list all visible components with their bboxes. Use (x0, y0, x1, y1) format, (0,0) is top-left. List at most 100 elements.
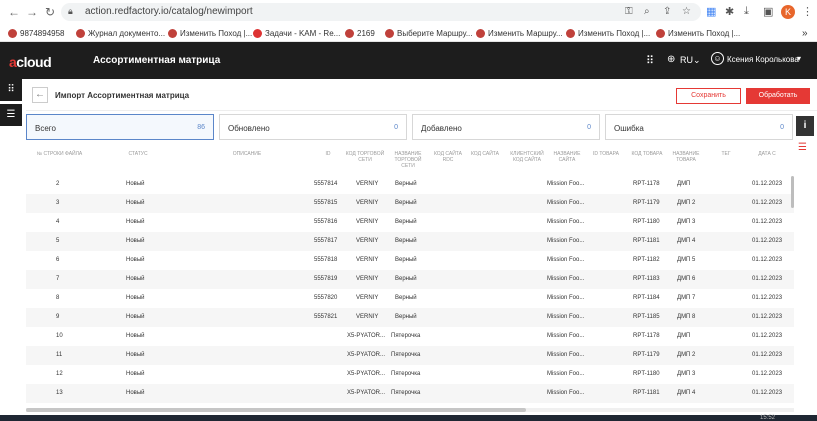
info-icon[interactable]: i (796, 116, 814, 136)
arrow-left-icon: ← (35, 89, 45, 100)
column-header[interactable]: ДАТА С (748, 151, 786, 157)
globe-icon[interactable]: ⊕ (667, 54, 675, 65)
cell-name: ДМП 4 (677, 390, 696, 396)
tile-label: Ошибка (614, 124, 644, 133)
extension-grid-icon[interactable]: ▦ (706, 5, 716, 18)
bookmarks-overflow-icon[interactable]: » (802, 27, 808, 39)
table-row[interactable]: 11 Новый X5-PYATOR... Пятерочка Mission … (26, 346, 794, 365)
bookmark-item[interactable]: Изменить Поход |... (168, 27, 252, 39)
table-row[interactable]: 13 Новый X5-PYATOR... Пятерочка Mission … (26, 384, 794, 403)
save-button[interactable]: Сохранить (676, 88, 741, 104)
cell-date: 01.12.2023 (752, 200, 783, 206)
cell-code: RPT-1185 (633, 314, 660, 320)
zoom-icon[interactable]: ⌕ (644, 6, 650, 17)
column-header[interactable]: КОД ТОВАРА (627, 151, 667, 157)
tile-error[interactable]: Ошибка 0 (605, 114, 793, 140)
vertical-scrollbar[interactable] (791, 176, 794, 208)
process-button[interactable]: Обработать (746, 88, 810, 104)
cell-name: ДМП (677, 333, 691, 339)
table-row[interactable]: 4 Новый 5557816 VERNIY Верный Mission Fo… (26, 213, 794, 232)
column-header[interactable]: КЛИЕНТСКИЙ КОД САЙТА (507, 151, 547, 163)
apps-rail-button[interactable]: ⠿ (0, 79, 22, 101)
cell-chain-code: VERNIY (356, 257, 379, 263)
bookmark-item[interactable]: Выберите Маршру... (385, 27, 473, 39)
favicon-icon (253, 28, 262, 38)
cell-chain-code: X5-PYATOR... (347, 333, 386, 339)
column-header[interactable]: НАЗВАНИЕ САЙТА (549, 151, 585, 163)
column-header[interactable]: КОД ТОРГОВОЙ СЕТИ (344, 151, 386, 163)
logo[interactable]: acloud (9, 54, 52, 70)
column-header[interactable]: НАЗВАНИЕ ТОВАРА (668, 151, 704, 163)
bookmark-item[interactable]: 2169 (345, 27, 375, 39)
bookmark-item[interactable]: Изменить Поход |... (656, 27, 740, 39)
bookmark-star-icon[interactable]: ☆ (682, 6, 691, 17)
user-name[interactable]: Ксения Королькова (727, 55, 799, 64)
back-arrow-icon[interactable]: ← (6, 4, 22, 20)
cell-status: Новый (126, 219, 145, 225)
tile-added[interactable]: Добавлено 0 (412, 114, 600, 140)
column-header[interactable]: КОД САЙТА RDC (428, 151, 468, 163)
cell-num: 12 (56, 371, 63, 377)
language-selector[interactable]: RU⌄ (680, 55, 701, 66)
tile-updated[interactable]: Обновлено 0 (219, 114, 407, 140)
bookmark-item[interactable]: Задачи - KAM - Re... (253, 27, 340, 39)
bookmark-item[interactable]: Изменить Маршру... (476, 27, 563, 39)
cell-site: Mission Foo... (547, 352, 585, 358)
table-row[interactable]: 12 Новый X5-PYATOR... Пятерочка Mission … (26, 365, 794, 384)
cell-site: Mission Foo... (547, 371, 585, 377)
column-header[interactable]: ТЕГ (714, 151, 738, 157)
table-row[interactable]: 2 Новый 5557814 VERNIY Верный Mission Fo… (26, 175, 794, 194)
tile-count: 0 (394, 124, 398, 131)
table-row[interactable]: 5 Новый 5557817 VERNIY Верный Mission Fo… (26, 232, 794, 251)
table-row[interactable]: 10 Новый X5-PYATOR... Пятерочка Mission … (26, 327, 794, 346)
list-icon[interactable]: ☰ (798, 142, 807, 153)
cell-date: 01.12.2023 (752, 257, 783, 263)
cell-status: Новый (126, 276, 145, 282)
bookmark-item[interactable]: 9874894958 (8, 27, 65, 39)
cell-num: 2 (56, 181, 60, 187)
bookmark-item[interactable]: Журнал документо... (76, 27, 165, 39)
sidepanel-icon[interactable]: ▣ (763, 5, 773, 18)
cell-code: RPT-1181 (633, 238, 660, 244)
table-row[interactable]: 7 Новый 5557819 VERNIY Верный Mission Fo… (26, 270, 794, 289)
column-header[interactable]: СТАТУС (118, 151, 158, 157)
key-icon[interactable]: ⚿ (625, 6, 633, 17)
column-header[interactable]: № СТРОКИ ФАЙЛА (32, 151, 87, 157)
table-row[interactable]: 8 Новый 5557820 VERNIY Верный Mission Fo… (26, 289, 794, 308)
horizontal-scrollbar[interactable] (26, 408, 526, 412)
profile-avatar[interactable]: K (781, 5, 795, 19)
cell-name: ДМП 8 (677, 314, 696, 320)
bookmark-item[interactable]: Изменить Поход |... (566, 27, 650, 39)
favicon-icon (76, 28, 85, 38)
user-icon[interactable]: ☺ (711, 52, 724, 65)
apps-grid-icon[interactable]: ⠿ (646, 54, 654, 67)
menu-kebab-icon[interactable]: ⋮ (802, 5, 813, 18)
column-header[interactable]: КОД САЙТА (468, 151, 502, 157)
cell-chain-code: VERNIY (356, 314, 379, 320)
chevron-down-icon[interactable]: ▾ (797, 54, 801, 63)
cell-name: ДМП 2 (677, 352, 696, 358)
tile-total[interactable]: Всего 86 (26, 114, 214, 140)
cell-site: Mission Foo... (547, 390, 585, 396)
puzzle-icon[interactable]: ✱ (725, 5, 734, 18)
download-icon[interactable]: ⤓ (744, 5, 749, 18)
column-header[interactable]: ID ТОВАРА (588, 151, 624, 157)
share-icon[interactable]: ⇪ (663, 6, 671, 17)
cell-num: 4 (56, 219, 60, 225)
reload-icon[interactable]: ↻ (42, 4, 58, 20)
table-row[interactable]: 6 Новый 5557818 VERNIY Верный Mission Fo… (26, 251, 794, 270)
cell-chain-name: Пятерочка (391, 352, 421, 358)
cell-site: Mission Foo... (547, 333, 585, 339)
cell-chain-name: Верный (395, 257, 417, 263)
forward-arrow-icon[interactable]: → (24, 4, 40, 20)
table-row[interactable]: 3 Новый 5557815 VERNIY Верный Mission Fo… (26, 194, 794, 213)
address-bar[interactable]: 🔒︎ action.redfactory.io/catalog/newimpor… (61, 3, 701, 21)
menu-rail-button[interactable]: ☰ (0, 104, 22, 126)
cell-chain-name: Верный (395, 276, 417, 282)
back-button[interactable]: ← (32, 87, 48, 103)
cell-status: Новый (126, 314, 145, 320)
column-header[interactable]: ID (318, 151, 338, 157)
column-header[interactable]: ОПИСАНИЕ (222, 151, 272, 157)
table-row[interactable]: 9 Новый 5557821 VERNIY Верный Mission Fo… (26, 308, 794, 327)
column-header[interactable]: НАЗВАНИЕ ТОРГОВОЙ СЕТИ (389, 151, 427, 169)
